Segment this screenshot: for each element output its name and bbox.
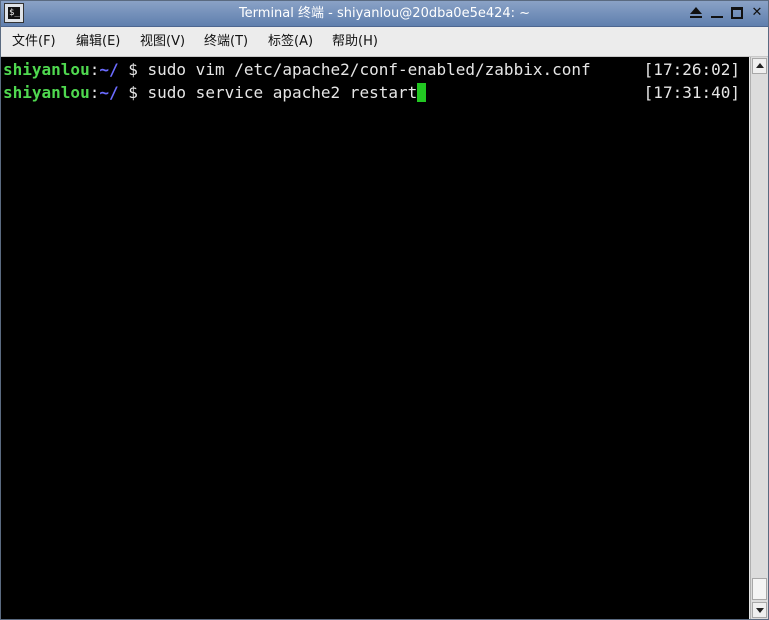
minimize-icon — [711, 16, 723, 18]
terminal-window: $_ Terminal 终端 - shiyanlou@20dba0e5e424:… — [0, 0, 769, 620]
shade-button[interactable] — [687, 4, 705, 22]
arrow-up-icon — [756, 63, 764, 68]
command-text: sudo vim /etc/apache2/conf-enabled/zabbi… — [147, 60, 591, 79]
prompt-user: shiyanlou — [3, 83, 90, 102]
text-cursor — [417, 83, 427, 102]
window-title: Terminal 终端 - shiyanlou@20dba0e5e424: ~ — [238, 6, 531, 21]
prompt-path: ~/ — [99, 83, 119, 102]
terminal-output[interactable]: shiyanlou:~/ $ sudo vim /etc/apache2/con… — [1, 57, 749, 619]
menu-edit[interactable]: 编辑(E) — [76, 27, 120, 56]
timestamp: [17:26:02] — [643, 60, 740, 79]
close-icon: ✕ — [751, 5, 763, 20]
maximize-icon — [731, 7, 743, 19]
scrollbar-thumb[interactable] — [752, 578, 767, 600]
menu-bar: 文件(F) 编辑(E) 视图(V) 终端(T) 标签(A) 帮助(H) — [1, 27, 768, 57]
timestamp: [17:31:40] — [643, 83, 740, 102]
prompt-path: ~/ — [99, 60, 119, 79]
menu-file[interactable]: 文件(F) — [12, 27, 56, 56]
title-bar[interactable]: $_ Terminal 终端 - shiyanlou@20dba0e5e424:… — [1, 1, 768, 27]
arrow-down-icon — [756, 608, 764, 613]
maximize-button[interactable] — [728, 4, 746, 22]
menu-terminal[interactable]: 终端(T) — [204, 27, 248, 56]
prompt-user: shiyanlou — [3, 60, 90, 79]
shade-icon — [690, 7, 702, 14]
menu-tabs[interactable]: 标签(A) — [268, 27, 313, 56]
prompt-colon: : — [89, 83, 100, 102]
command-text: sudo service apache2 restart — [147, 83, 418, 102]
close-button[interactable]: ✕ — [748, 4, 766, 22]
terminal-line: shiyanlou:~/ $ sudo vim /etc/apache2/con… — [3, 60, 591, 80]
shade-icon-bar — [690, 16, 702, 18]
prompt-symbol: $ — [118, 60, 148, 79]
prompt-colon: : — [89, 60, 100, 79]
prompt-symbol: $ — [118, 83, 148, 102]
menu-help[interactable]: 帮助(H) — [332, 27, 378, 56]
minimize-button[interactable] — [708, 4, 726, 22]
menu-view[interactable]: 视图(V) — [140, 27, 185, 56]
vertical-scrollbar[interactable] — [750, 57, 768, 619]
terminal-line: shiyanlou:~/ $ sudo service apache2 rest… — [3, 83, 427, 103]
scroll-down-button[interactable] — [752, 602, 767, 618]
scroll-up-button[interactable] — [752, 58, 767, 74]
